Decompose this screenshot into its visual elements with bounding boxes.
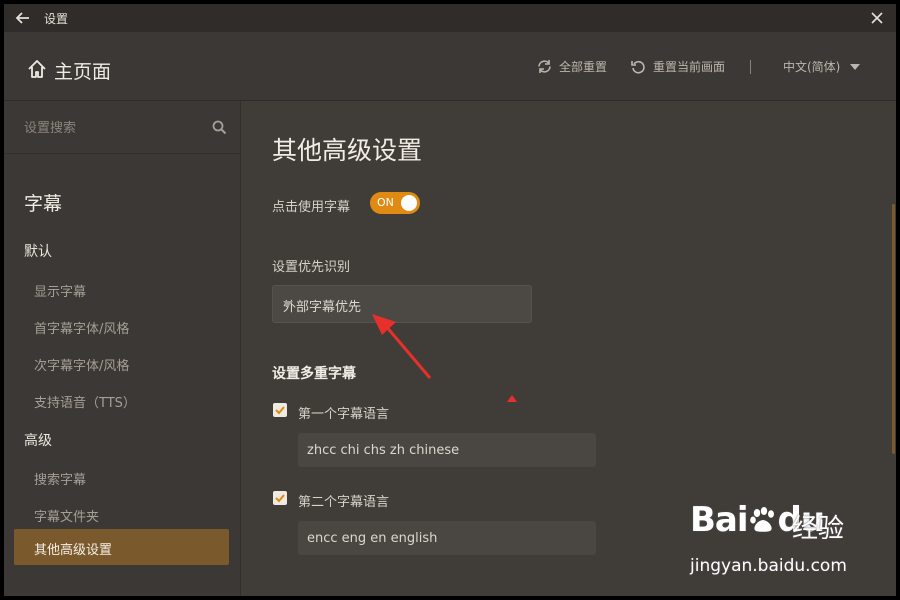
- sidebar-group-advanced[interactable]: 高级: [24, 430, 52, 450]
- reset-current-button[interactable]: 重置当前画面: [630, 58, 725, 75]
- checkmark-icon: [275, 406, 285, 415]
- priority-selected-value: 外部字幕优先: [283, 300, 362, 315]
- first-language-label: 第一个字幕语言: [298, 407, 390, 422]
- undo-icon: [631, 60, 645, 74]
- settings-header: 主页面 全部重置 重置当前画面 中文(简体): [4, 32, 896, 101]
- refresh-icon: [538, 60, 551, 73]
- language-select[interactable]: 中文(简体): [783, 58, 861, 75]
- sidebar: 字幕 默认 显示字幕 首字幕字体/风格 次字幕字体/风格 支持语音（TTS） 高…: [4, 101, 241, 596]
- chevron-down-icon: [283, 301, 293, 307]
- close-icon[interactable]: [868, 9, 886, 27]
- sidebar-group-default[interactable]: 默认: [24, 241, 52, 261]
- click-use-subtitle-toggle[interactable]: ON: [370, 192, 420, 214]
- priority-label: 设置优先识别: [272, 260, 351, 275]
- window-title: 设置: [44, 12, 69, 26]
- click-use-subtitle-label: 点击使用字幕: [272, 200, 351, 215]
- settings-window: 设置 主页面 全部重置 重置当前画面 中文(简体) 设置搜索 字幕 默认 显示字…: [4, 4, 896, 596]
- sidebar-item-other-advanced[interactable]: 其他高级设置: [14, 529, 229, 565]
- first-language-input[interactable]: [298, 433, 596, 467]
- settings-search-input[interactable]: [22, 115, 206, 141]
- checkmark-icon: [275, 494, 285, 503]
- sidebar-item-tts[interactable]: 支持语音（TTS）: [34, 392, 136, 411]
- second-language-checkbox[interactable]: [273, 491, 287, 505]
- sidebar-item-search-subtitle[interactable]: 搜索字幕: [34, 469, 86, 488]
- first-language-checkbox[interactable]: [273, 403, 287, 417]
- language-label: 中文(简体): [783, 60, 841, 74]
- sidebar-item-primary-font[interactable]: 首字幕字体/风格: [34, 318, 129, 337]
- page-title: 其他高级设置: [272, 136, 423, 165]
- content-scrollbar[interactable]: [892, 204, 895, 454]
- priority-select[interactable]: 外部字幕优先: [272, 285, 532, 323]
- sidebar-heading: 字幕: [24, 193, 63, 215]
- header-divider: [750, 60, 751, 74]
- dropdown-triangle-icon: [850, 63, 861, 70]
- sidebar-search: [4, 101, 240, 154]
- home-icon[interactable]: [26, 58, 48, 80]
- sidebar-item-secondary-font[interactable]: 次字幕字体/风格: [34, 355, 129, 374]
- second-language-input[interactable]: [298, 521, 596, 555]
- toggle-state: ON: [377, 196, 394, 209]
- sidebar-item-subtitle-folder[interactable]: 字幕文件夹: [34, 506, 99, 525]
- home-title[interactable]: 主页面: [54, 57, 111, 84]
- back-arrow-icon[interactable]: [14, 9, 32, 27]
- toggle-knob: [401, 195, 417, 211]
- multi-subtitle-title: 设置多重字幕: [272, 366, 356, 382]
- settings-content: 其他高级设置 点击使用字幕 ON 设置优先识别 外部字幕优先 设置多重字幕 第一…: [241, 101, 896, 596]
- reset-all-label: 全部重置: [559, 60, 608, 74]
- reset-current-label: 重置当前画面: [653, 60, 726, 74]
- second-language-label: 第二个字幕语言: [298, 495, 390, 510]
- sidebar-item-show-subtitle[interactable]: 显示字幕: [34, 281, 86, 300]
- title-bar: 设置: [4, 4, 896, 32]
- sidebar-item-label: 其他高级设置: [34, 543, 113, 558]
- search-icon[interactable]: [212, 120, 227, 135]
- reset-all-button[interactable]: 全部重置: [536, 58, 607, 75]
